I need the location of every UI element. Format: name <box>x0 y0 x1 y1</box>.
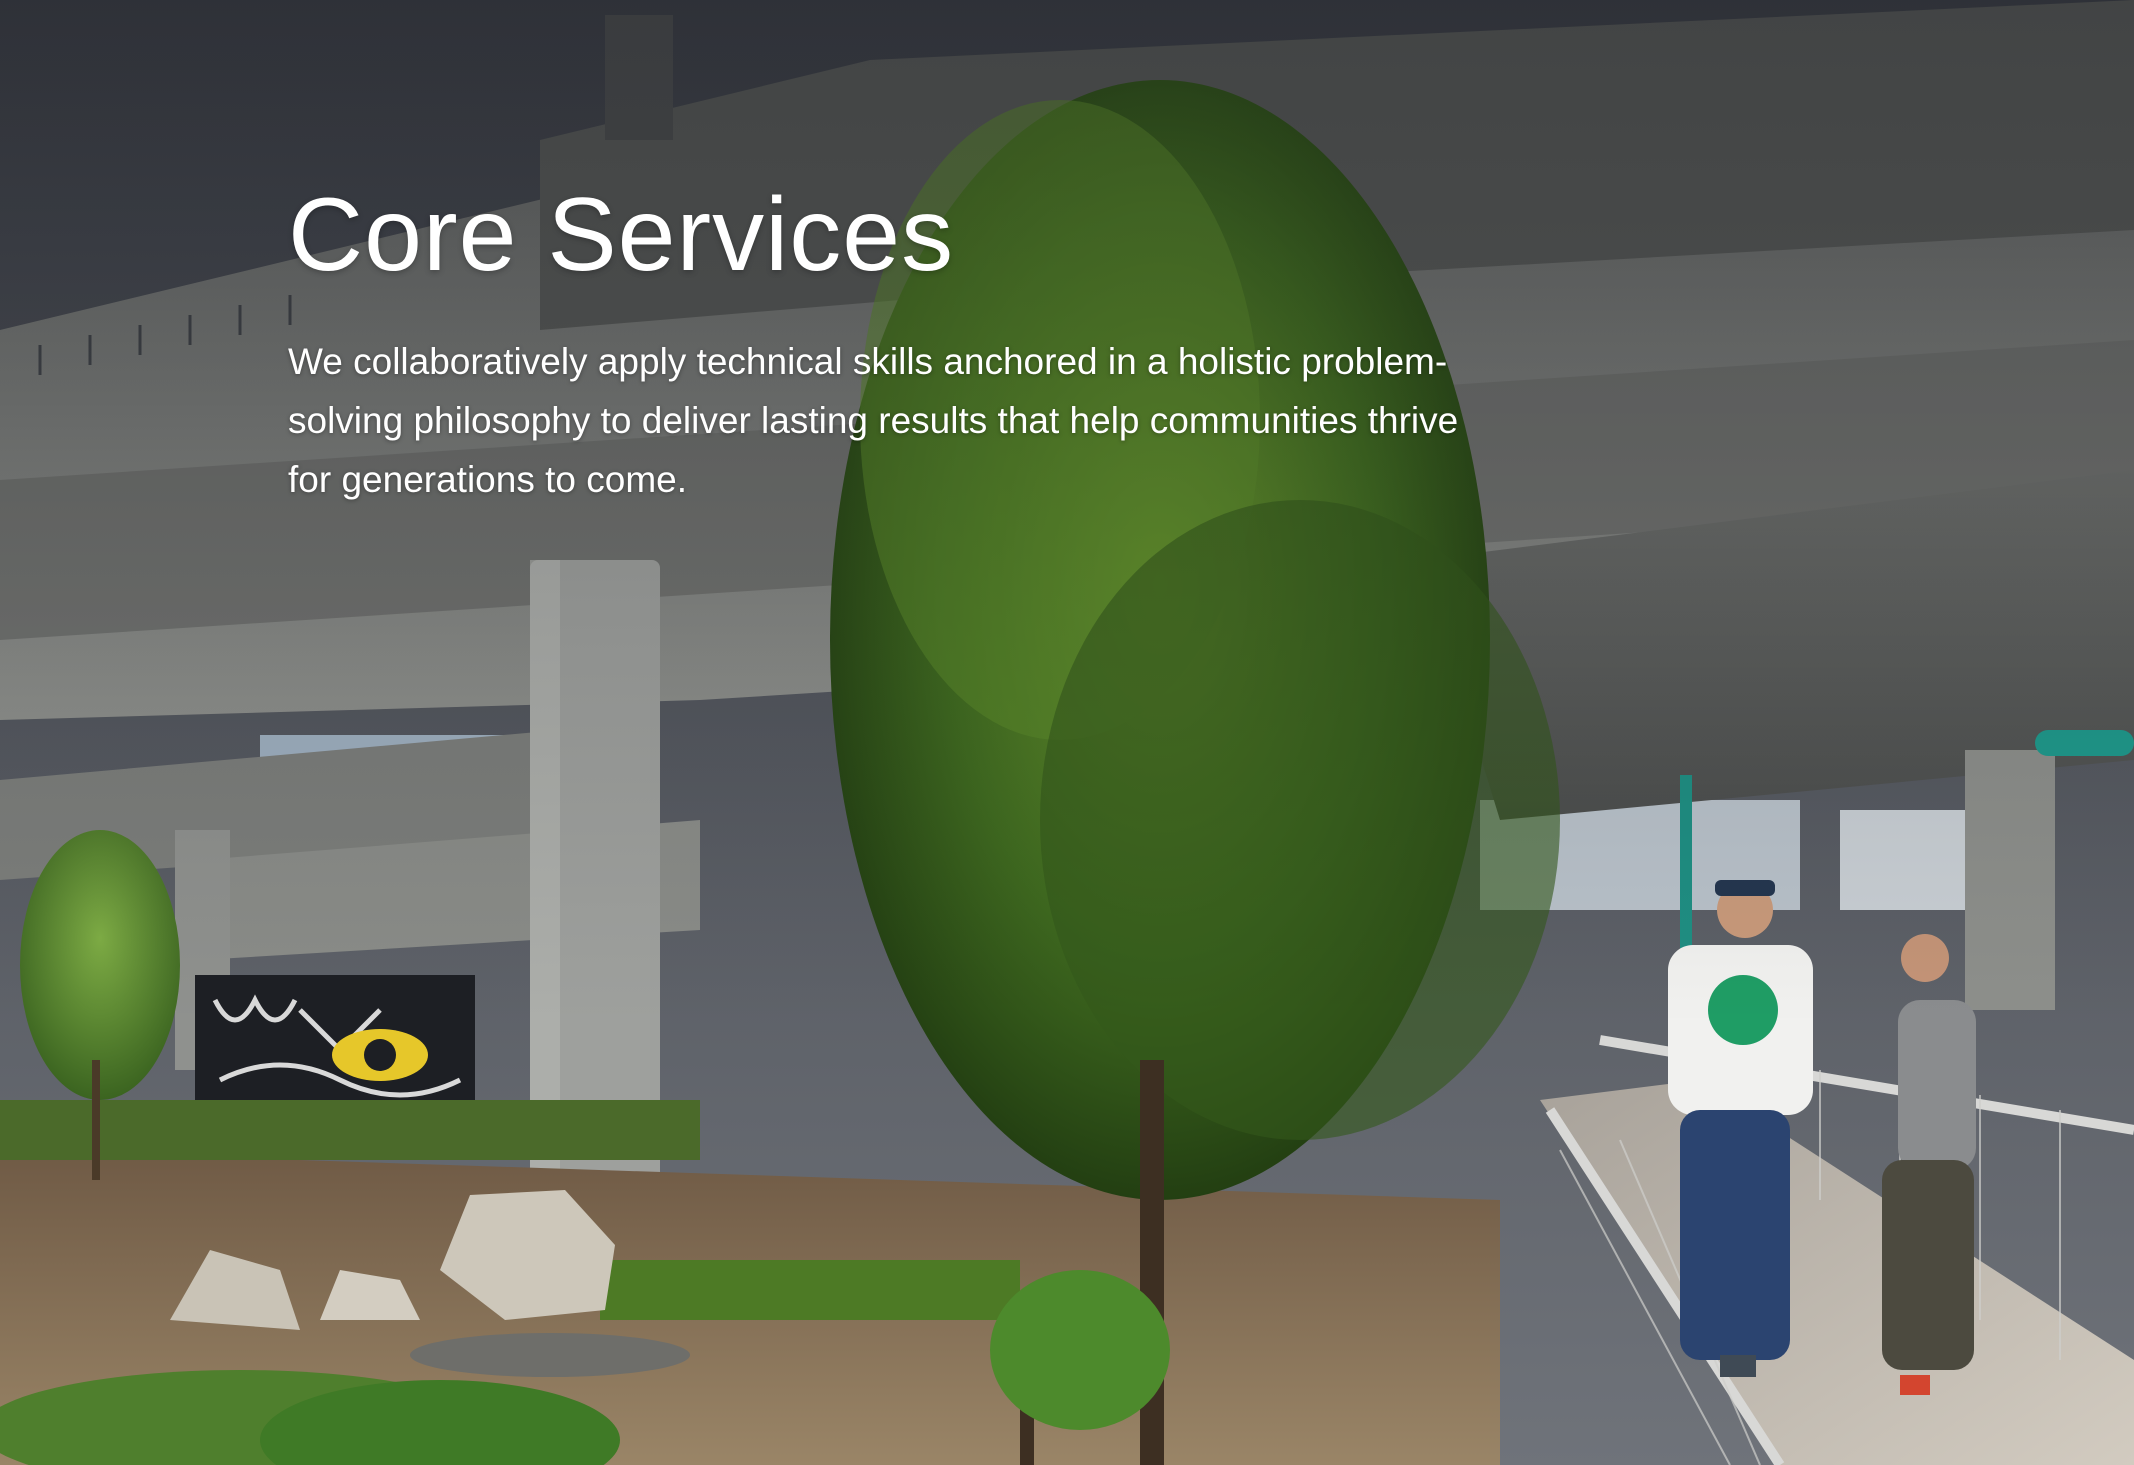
page-title: Core Services <box>288 177 955 293</box>
hero-description: We collaboratively apply technical skill… <box>288 341 1459 501</box>
hero-section: Core Services We collaboratively apply t… <box>0 0 2134 1465</box>
hero-text-block: Core Services We collaboratively apply t… <box>288 178 1488 509</box>
